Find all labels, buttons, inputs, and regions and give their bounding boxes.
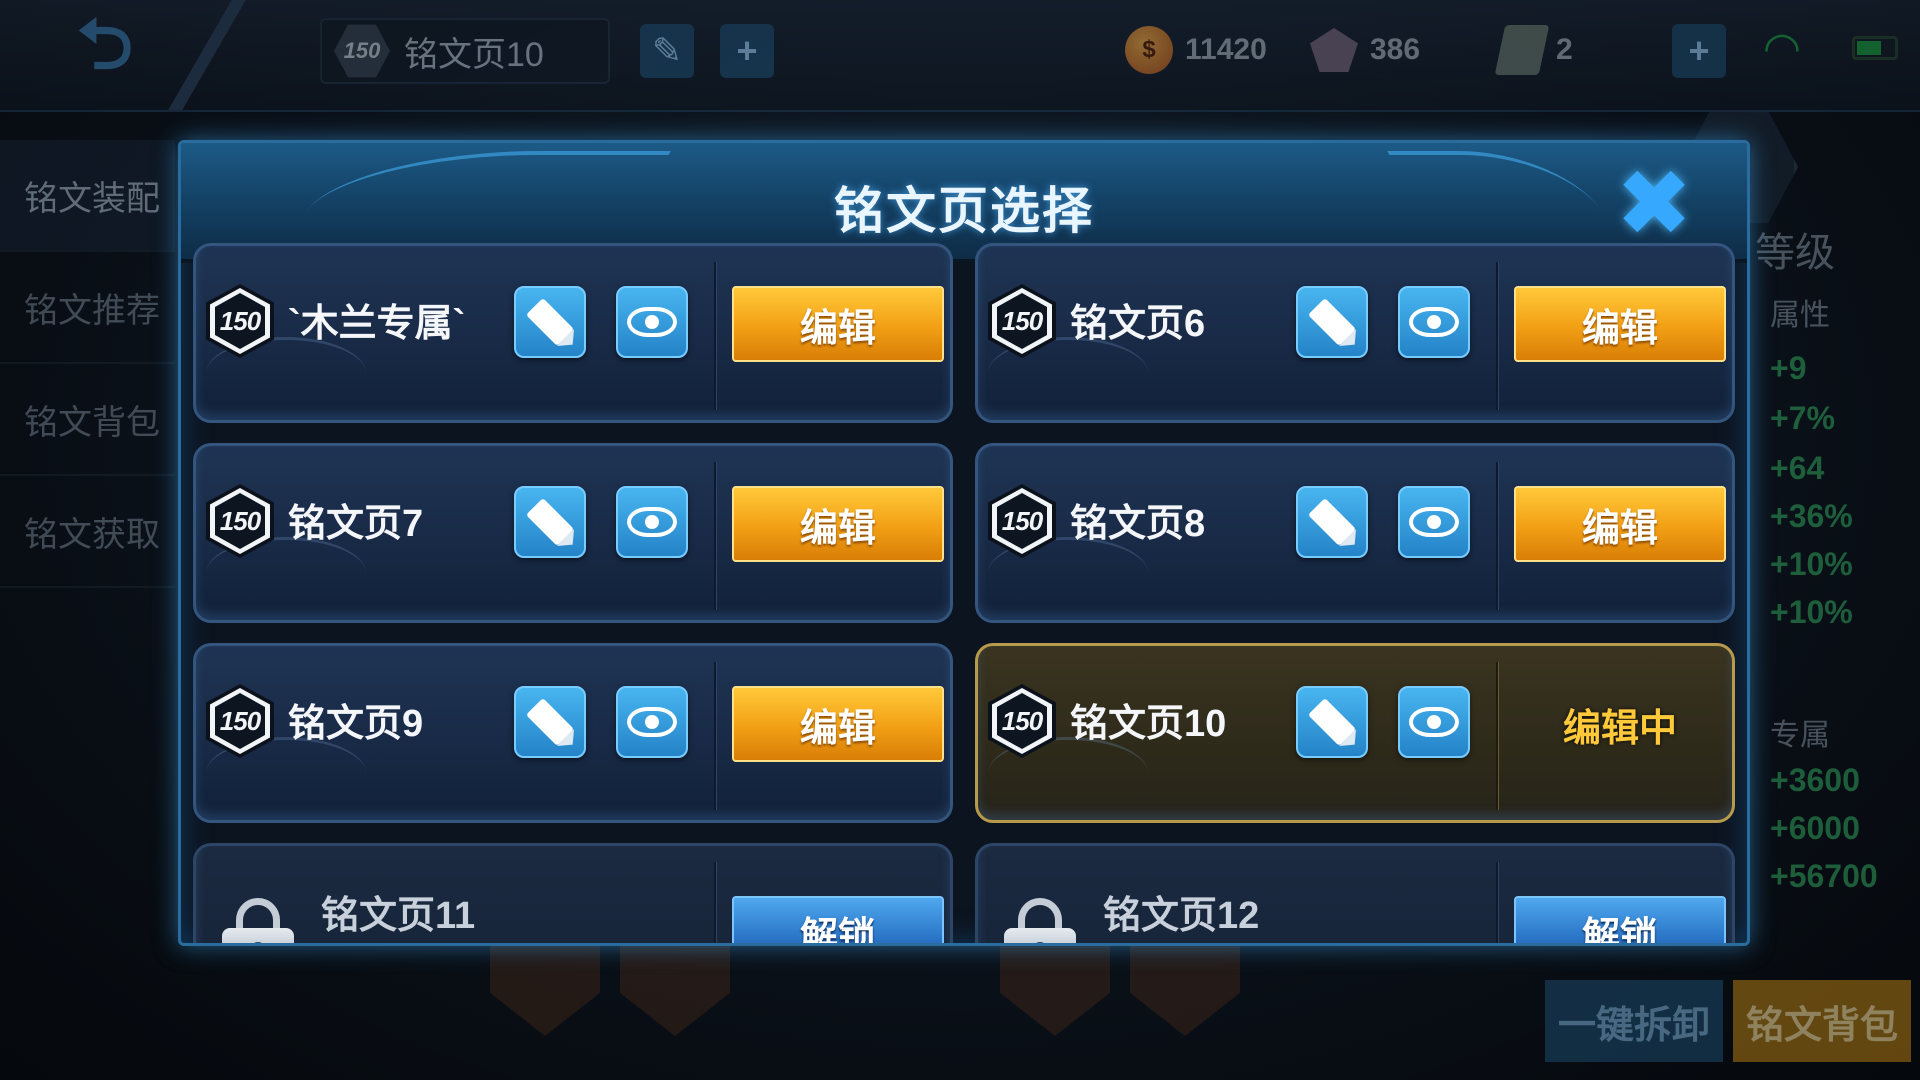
page-card-7[interactable]: 150 铭文页7 编辑 <box>193 443 953 623</box>
row-divider <box>714 662 716 810</box>
preview-eye-icon[interactable] <box>616 286 688 358</box>
row-divider <box>714 862 716 943</box>
page-name: 铭文页8 <box>1070 503 1206 545</box>
ticket-currency: 2 <box>1494 22 1573 78</box>
row-divider <box>1496 462 1498 610</box>
page-name: 铭文页7 <box>288 503 424 545</box>
rename-pencil-icon[interactable] <box>514 486 586 558</box>
battery-icon <box>1852 36 1898 60</box>
rune-bag-button[interactable]: 铭文背包 <box>1733 980 1911 1062</box>
rename-pencil-icon[interactable] <box>1296 486 1368 558</box>
row-divider <box>1496 862 1498 943</box>
preview-eye-icon[interactable] <box>1398 486 1470 558</box>
page-card-8[interactable]: 150 铭文页8 编辑 <box>975 443 1735 623</box>
row-divider <box>1496 262 1498 410</box>
page-card-11-locked[interactable]: 铭文页11 解锁 <box>193 843 953 943</box>
stats-panel: 等级 属性 +9 +7% +64 +36% +10% +10% 专属 +3600… <box>1745 110 1920 960</box>
recharge-plus-icon[interactable]: + <box>1672 24 1726 78</box>
stat-value: +10% <box>1770 546 1853 582</box>
rename-pencil-icon[interactable] <box>1296 286 1368 358</box>
unlock-button[interactable]: 解锁 <box>732 896 944 943</box>
current-page-name: 铭文页10 <box>404 35 544 74</box>
modal-title: 铭文页选择 <box>834 183 1094 239</box>
page-name: 铭文页11 <box>321 895 476 937</box>
rune-slot-emblem <box>490 940 600 1036</box>
diamond-currency: 386 <box>1310 22 1420 78</box>
editing-status: 编辑中 <box>1562 707 1677 750</box>
nav-item-recommend[interactable]: 铭文推荐 <box>0 252 175 364</box>
rune-slot-emblem <box>1000 940 1110 1036</box>
close-x-icon[interactable]: ✖ <box>1611 158 1697 250</box>
lock-icon <box>222 898 294 943</box>
row-divider <box>1496 662 1498 810</box>
nav-item-bag[interactable]: 铭文背包 <box>0 364 175 476</box>
preview-eye-icon[interactable] <box>616 486 688 558</box>
stat-value: +10% <box>1770 594 1853 630</box>
rename-pencil-icon[interactable]: ✎ <box>640 24 694 78</box>
nav-item-equip[interactable]: 铭文装配 <box>0 140 175 252</box>
exclusive-stat: +3600 <box>1770 762 1860 798</box>
rename-pencil-icon[interactable] <box>514 286 586 358</box>
gold-currency: $ 11420 <box>1125 22 1267 78</box>
stat-value: +9 <box>1770 350 1807 386</box>
edit-button[interactable]: 编辑 <box>732 486 944 562</box>
diamond-icon <box>1310 28 1358 72</box>
page-name: 铭文页6 <box>1070 303 1206 345</box>
edit-button[interactable]: 编辑 <box>1514 286 1726 362</box>
rename-pencil-icon[interactable] <box>1296 686 1368 758</box>
level-hex-icon: 150 <box>334 24 390 78</box>
top-divider <box>168 0 246 110</box>
page-card-6[interactable]: 150 铭文页6 编辑 <box>975 243 1735 423</box>
edit-button[interactable]: 编辑 <box>1514 486 1726 562</box>
row-divider <box>714 262 716 410</box>
preview-eye-icon[interactable] <box>1398 286 1470 358</box>
add-plus-icon[interactable]: + <box>720 24 774 78</box>
exclusive-stat: +6000 <box>1770 810 1860 846</box>
preview-eye-icon[interactable] <box>616 686 688 758</box>
lock-icon <box>1004 898 1076 943</box>
row-divider <box>714 462 716 610</box>
page-card-12-locked[interactable]: 铭文页12 解锁 <box>975 843 1735 943</box>
stat-value: +36% <box>1770 498 1853 534</box>
unload-all-button[interactable]: 一键拆卸 <box>1545 980 1723 1062</box>
page-select-modal: 铭文页选择 ✖ 150 `木兰专属` 编辑 150 铭文页6 编辑 150 铭文 <box>178 140 1750 946</box>
level-label: 等级 <box>1755 231 1835 275</box>
attr-label: 属性 <box>1770 299 1830 332</box>
rename-pencil-icon[interactable] <box>514 686 586 758</box>
left-nav: 铭文装配 铭文推荐 铭文背包 铭文获取 <box>0 140 175 588</box>
exclusive-label: 专属 <box>1770 719 1830 752</box>
rune-slot-emblem <box>620 940 730 1036</box>
page-card-10-active[interactable]: 150 铭文页10 编辑中 <box>975 643 1735 823</box>
page-grid: 150 `木兰专属` 编辑 150 铭文页6 编辑 150 铭文页7 编辑 15… <box>193 243 1735 943</box>
nav-item-obtain[interactable]: 铭文获取 <box>0 476 175 588</box>
current-page-chip[interactable]: 150 铭文页10 <box>320 18 610 84</box>
edit-button[interactable]: 编辑 <box>732 686 944 762</box>
page-name: `木兰专属` <box>288 303 466 345</box>
unlock-button[interactable]: 解锁 <box>1514 896 1726 943</box>
gold-coin-icon: $ <box>1125 26 1173 74</box>
rune-slot-emblem <box>1130 940 1240 1036</box>
page-name: 铭文页12 <box>1103 895 1260 937</box>
edit-button[interactable]: 编辑 <box>732 286 944 362</box>
page-name: 铭文页9 <box>288 703 424 745</box>
back-arrow-icon[interactable]: ⮌ <box>40 5 170 88</box>
exclusive-stat: +56700 <box>1770 858 1878 894</box>
wifi-icon: ◠ <box>1762 24 1802 73</box>
preview-eye-icon[interactable] <box>1398 686 1470 758</box>
page-name: 铭文页10 <box>1070 703 1227 745</box>
page-card-mulan[interactable]: 150 `木兰专属` 编辑 <box>193 243 953 423</box>
ticket-card-icon <box>1494 25 1550 75</box>
top-bar: ⮌ 150 铭文页10 ✎ + $ 11420 386 2 + ◠ <box>0 0 1920 112</box>
stat-value: +64 <box>1770 450 1825 486</box>
stat-value: +7% <box>1770 400 1835 436</box>
page-card-9[interactable]: 150 铭文页9 编辑 <box>193 643 953 823</box>
